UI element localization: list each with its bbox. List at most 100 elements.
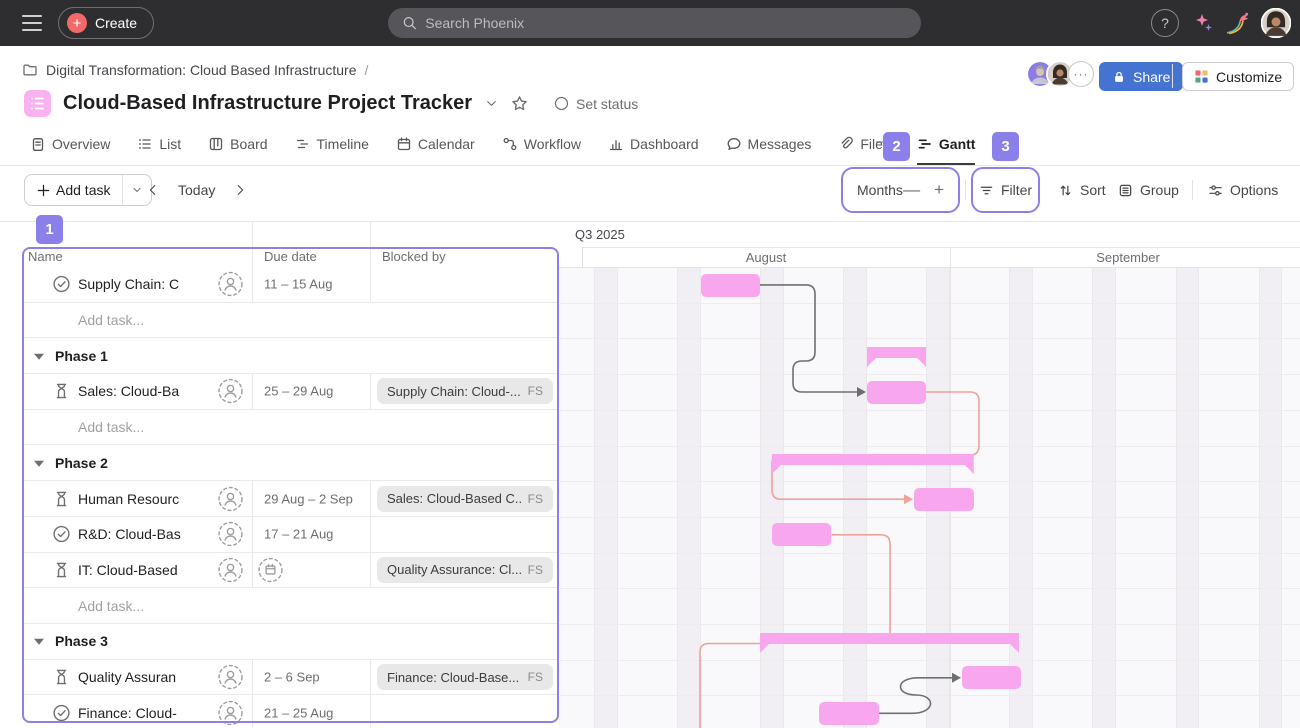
assignee-placeholder-icon[interactable] <box>218 272 243 297</box>
add-task-inline[interactable]: Add task... <box>78 312 144 328</box>
zoom-in-button[interactable]: + <box>934 180 944 200</box>
phase-name[interactable]: Phase 3 <box>55 633 108 649</box>
phoenix-logo-icon[interactable] <box>1224 9 1252 37</box>
blocked-by-chip[interactable]: Finance: Cloud-Base...FS <box>377 664 553 690</box>
add-task-row[interactable]: Add task... <box>22 410 559 446</box>
ai-sparkle-icon[interactable] <box>1189 9 1217 37</box>
task-name[interactable]: R&D: Cloud-Bas <box>78 526 226 542</box>
collapse-triangle-icon[interactable] <box>34 461 44 467</box>
due-date[interactable]: 21 – 25 Aug <box>264 705 333 720</box>
task-name[interactable]: Sales: Cloud-Ba <box>78 383 226 399</box>
set-status-button[interactable]: Set status <box>554 96 638 112</box>
gantt-bar-supply[interactable] <box>701 274 761 297</box>
task-pending-hourglass-icon[interactable] <box>52 489 71 508</box>
assignee-placeholder-icon[interactable] <box>218 557 243 582</box>
gantt-summary-bar-phase1[interactable] <box>867 347 926 367</box>
tab-board[interactable]: Board <box>208 126 267 165</box>
gantt-summary-bar-phase3[interactable] <box>760 633 1019 653</box>
task-complete-icon[interactable] <box>52 703 71 722</box>
phase-name[interactable]: Phase 2 <box>55 455 108 471</box>
due-date-placeholder-icon[interactable] <box>258 557 283 582</box>
assignee-placeholder-icon[interactable] <box>218 700 243 725</box>
tab-workflow[interactable]: Workflow <box>502 126 581 165</box>
task-name[interactable]: Human Resourc <box>78 491 226 507</box>
add-task-inline[interactable]: Add task... <box>78 419 144 435</box>
hamburger-menu-icon[interactable] <box>22 15 42 31</box>
tab-timeline[interactable]: Timeline <box>295 126 369 165</box>
phase-row[interactable]: Phase 3 <box>22 624 559 660</box>
task-name[interactable]: Supply Chain: C <box>78 276 226 292</box>
task-complete-icon[interactable] <box>52 525 71 544</box>
star-icon[interactable] <box>511 95 528 112</box>
due-date[interactable]: 25 – 29 Aug <box>264 384 333 399</box>
add-task-row[interactable]: Add task... <box>22 588 559 624</box>
project-members[interactable]: ··· <box>1026 60 1094 88</box>
blocked-by-chip[interactable]: Supply Chain: Cloud-...FS <box>377 378 553 404</box>
due-date[interactable]: 11 – 15 Aug <box>264 277 332 292</box>
tab-dashboard[interactable]: Dashboard <box>608 126 699 165</box>
share-button[interactable]: Share <box>1099 62 1183 91</box>
gantt-icon <box>917 136 933 152</box>
customize-button[interactable]: Customize <box>1182 62 1294 91</box>
phase-row[interactable]: Phase 1 <box>22 338 559 374</box>
assignee-placeholder-icon[interactable] <box>218 486 243 511</box>
due-date[interactable]: 17 – 21 Aug <box>264 527 333 542</box>
cell-divider <box>370 695 371 728</box>
blocked-by-chip[interactable]: Sales: Cloud-Based C...FS <box>377 486 553 512</box>
filter-button[interactable]: Filter <box>971 167 1040 213</box>
gantt-bar-qa[interactable] <box>962 666 1021 689</box>
search-bar[interactable] <box>388 8 921 38</box>
task-row[interactable]: Human Resourc 29 Aug – 2 Sep Sales: Cloud-… <box>22 481 559 517</box>
due-date[interactable]: 29 Aug – 2 Sep <box>264 491 353 506</box>
gantt-bar-rnd[interactable] <box>772 523 831 546</box>
task-pending-hourglass-icon[interactable] <box>52 382 71 401</box>
chevron-down-icon[interactable] <box>484 96 499 111</box>
task-name[interactable]: Finance: Cloud- <box>78 705 226 721</box>
task-row[interactable]: Supply Chain: C 11 – 15 Aug <box>22 267 559 303</box>
assignee-placeholder-icon[interactable] <box>218 379 243 404</box>
task-pending-hourglass-icon[interactable] <box>52 560 71 579</box>
gantt-bar-sales[interactable] <box>867 381 926 404</box>
tab-list[interactable]: List <box>137 126 181 165</box>
column-header-due-date[interactable]: Due date <box>264 249 317 264</box>
add-task-inline[interactable]: Add task... <box>78 598 144 614</box>
task-name[interactable]: Quality Assuran <box>78 669 226 685</box>
search-input[interactable] <box>425 15 907 31</box>
gantt-summary-bar-phase2[interactable] <box>772 454 974 474</box>
phase-row[interactable]: Phase 2 <box>22 446 559 482</box>
collapse-triangle-icon[interactable] <box>34 353 44 359</box>
column-header-blocked-by[interactable]: Blocked by <box>382 249 446 264</box>
top-bar: + Create ? <box>0 0 1300 46</box>
user-avatar[interactable] <box>1261 8 1291 43</box>
collapse-triangle-icon[interactable] <box>34 639 44 645</box>
tab-messages[interactable]: Messages <box>726 126 812 165</box>
tab-calendar[interactable]: Calendar <box>396 126 475 165</box>
gantt-bar-finance[interactable] <box>819 702 878 725</box>
zoom-out-button[interactable]: — <box>903 180 920 200</box>
blocked-by-chip[interactable]: Quality Assurance: Cl...FS <box>377 557 553 583</box>
tab-gantt[interactable]: Gantt <box>917 126 976 165</box>
help-button[interactable]: ? <box>1151 9 1179 37</box>
assignee-placeholder-icon[interactable] <box>218 522 243 547</box>
task-pending-hourglass-icon[interactable] <box>52 668 71 687</box>
more-members-button[interactable]: ··· <box>1068 61 1094 87</box>
task-name[interactable]: IT: Cloud-Based <box>78 562 226 578</box>
task-complete-icon[interactable] <box>52 275 71 294</box>
assignee-placeholder-icon[interactable] <box>218 665 243 690</box>
phase-name[interactable]: Phase 1 <box>55 348 108 364</box>
task-row[interactable]: Finance: Cloud- 21 – 25 Aug <box>22 695 559 728</box>
gantt-bar-hr[interactable] <box>914 488 973 511</box>
task-row[interactable]: Quality Assuran 2 – 6 Sep Finance: Cloud-B… <box>22 660 559 696</box>
filter-label: Filter <box>1001 182 1032 198</box>
column-header-name[interactable]: Name <box>28 249 63 264</box>
tab-overview[interactable]: Overview <box>30 126 110 165</box>
due-date[interactable]: 2 – 6 Sep <box>264 670 320 685</box>
task-row[interactable]: R&D: Cloud-Bas 17 – 21 Aug <box>22 517 559 553</box>
breadcrumb[interactable]: Digital Transformation: Cloud Based Infr… <box>22 62 368 78</box>
add-task-row[interactable]: Add task... <box>22 303 559 339</box>
task-row[interactable]: Sales: Cloud-Ba 25 – 29 Aug Supply Chain: … <box>22 374 559 410</box>
toolbar <box>0 166 1300 222</box>
zoom-level-control[interactable]: Months — + <box>841 167 960 213</box>
task-row[interactable]: IT: Cloud-Based Quality Assurance: Cl...F… <box>22 553 559 589</box>
create-button[interactable]: + Create <box>58 7 154 39</box>
